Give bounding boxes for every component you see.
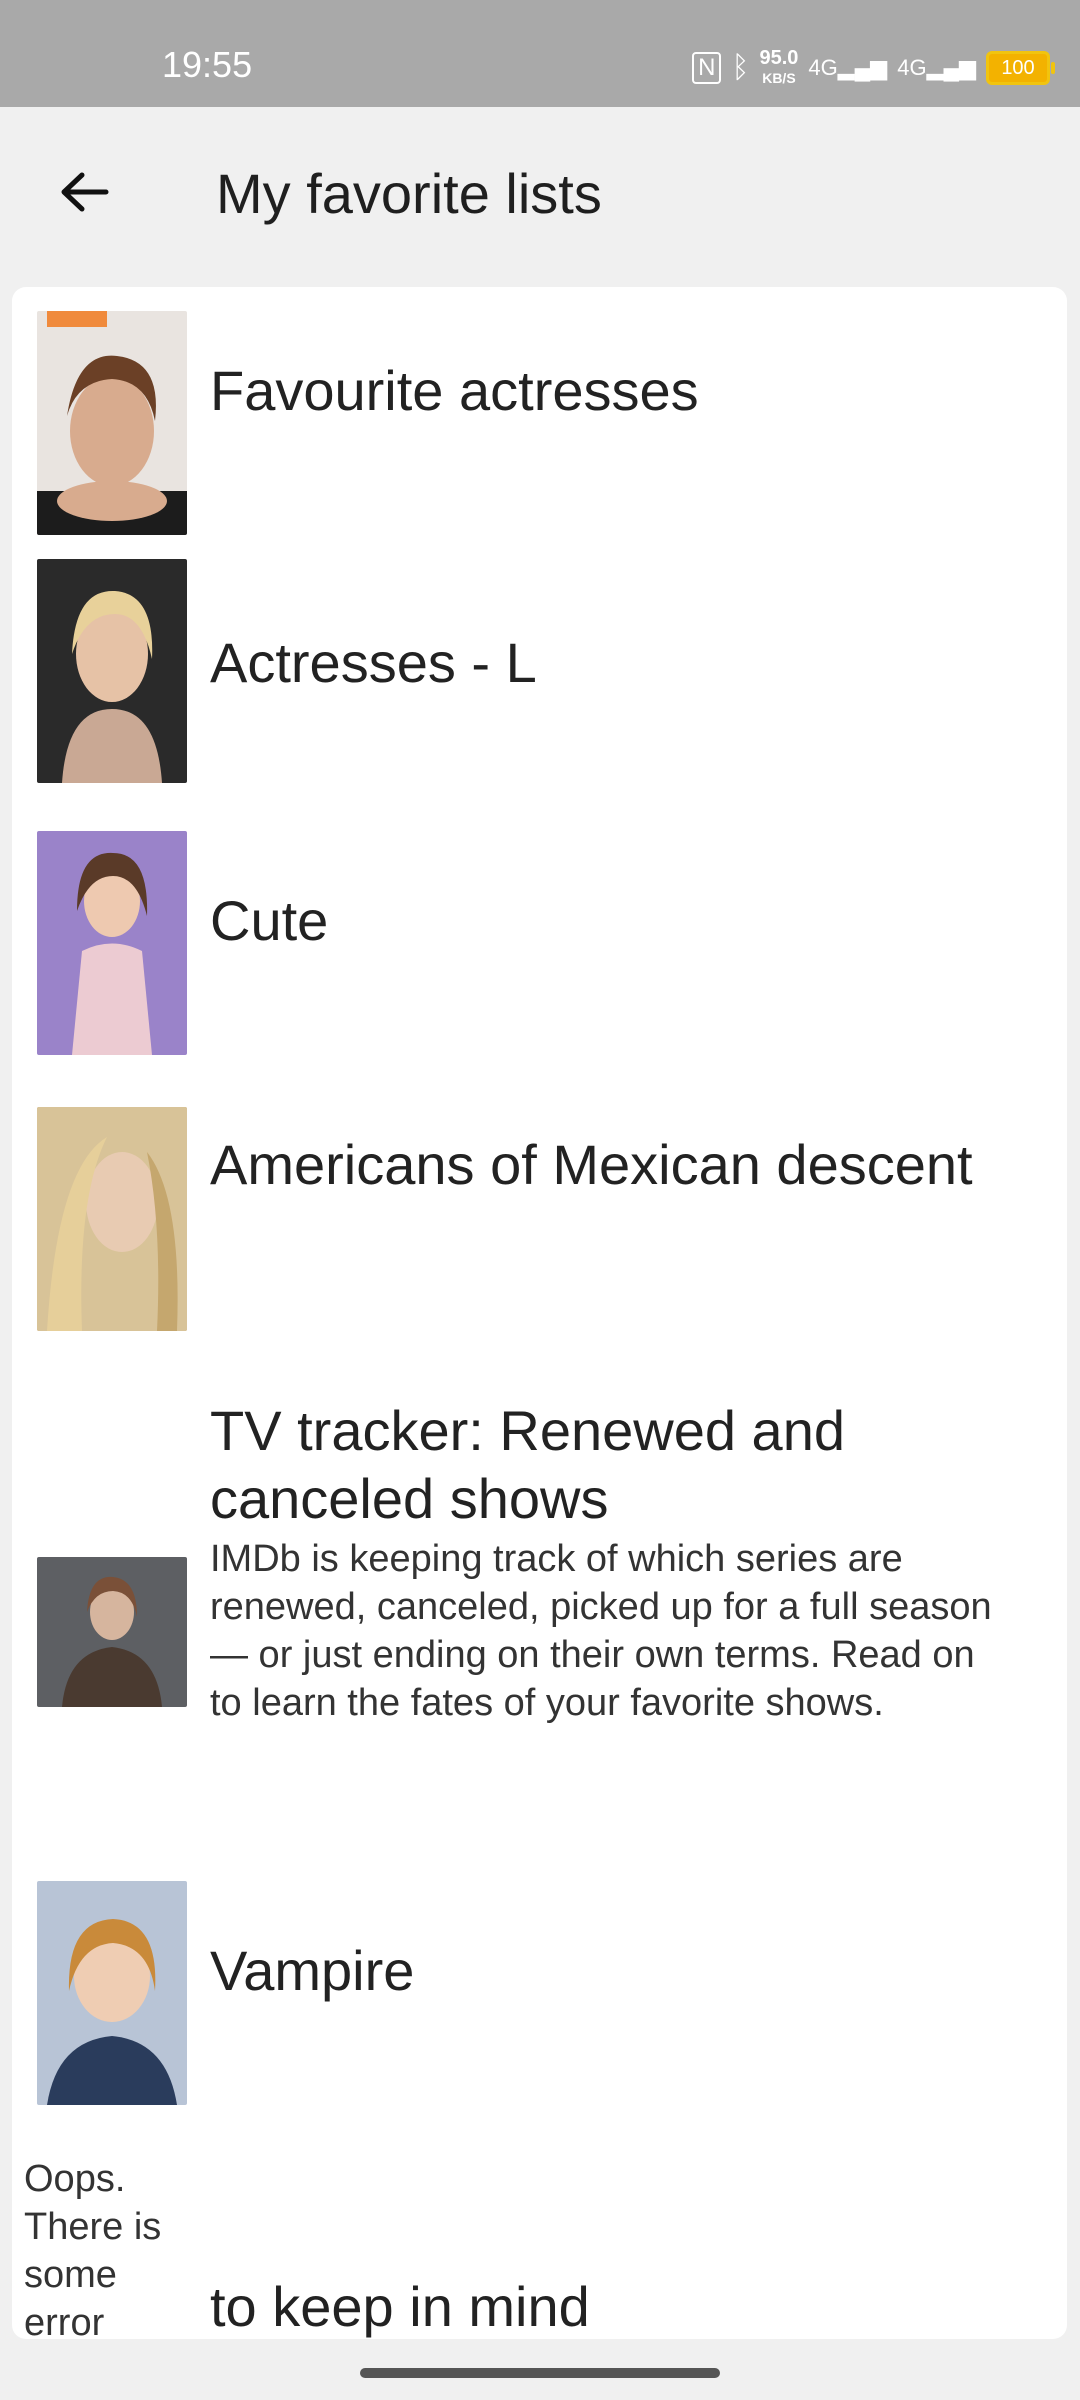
portrait-image (37, 559, 187, 783)
nfc-icon: N (692, 52, 722, 84)
list-title: Favourite actresses (210, 359, 699, 422)
signal-icon: 4G▂▄▆ (808, 55, 888, 80)
list-thumbnail (37, 559, 187, 783)
image-error-text: Oops. There is some error (24, 2158, 162, 2344)
list-thumbnail (37, 1107, 187, 1331)
signal-icon-2: 4G▂▄▆ (897, 55, 976, 80)
list-title: Cute (210, 889, 329, 952)
portrait-image (37, 1881, 187, 2105)
list-thumbnail (37, 831, 187, 1055)
status-bar: 19:55 N ᛒ 95.0 KB/S 4G▂▄▆ 4G▂▄▆ 100 (0, 0, 1080, 107)
favorite-lists-card: Favourite actresses Actresses - L Cute A… (12, 287, 1067, 2339)
portrait-image (37, 1557, 187, 1707)
list-thumbnail (37, 1881, 187, 2105)
list-title: TV tracker: Renewed and canceled shows (210, 1399, 845, 1530)
network-speed: 95.0 KB/S (759, 47, 799, 86)
back-button[interactable] (50, 157, 120, 227)
gesture-navigation-bar[interactable] (360, 2368, 720, 2378)
list-title: Actresses - L (210, 631, 537, 694)
list-thumbnail (37, 311, 187, 535)
list-title: to keep in mind (210, 2275, 590, 2338)
status-icons: N ᛒ 95.0 KB/S 4G▂▄▆ 4G▂▄▆ 100 (692, 38, 1055, 98)
portrait-image (37, 831, 187, 1055)
app-bar: My favorite lists (0, 107, 1080, 287)
back-arrow-icon (61, 172, 109, 212)
page-title: My favorite lists (216, 162, 602, 225)
status-time: 19:55 (162, 44, 253, 85)
portrait-image (37, 1107, 187, 1331)
list-title: Vampire (210, 1939, 415, 2002)
list-description: IMDb is keeping track of which series ar… (210, 1538, 992, 1724)
list-thumbnail (37, 1557, 187, 1707)
battery-icon: 100 (986, 51, 1055, 85)
list-title: Americans of Mexican descent (210, 1133, 973, 1196)
portrait-image (37, 311, 187, 535)
bluetooth-icon: ᛒ (731, 51, 750, 84)
